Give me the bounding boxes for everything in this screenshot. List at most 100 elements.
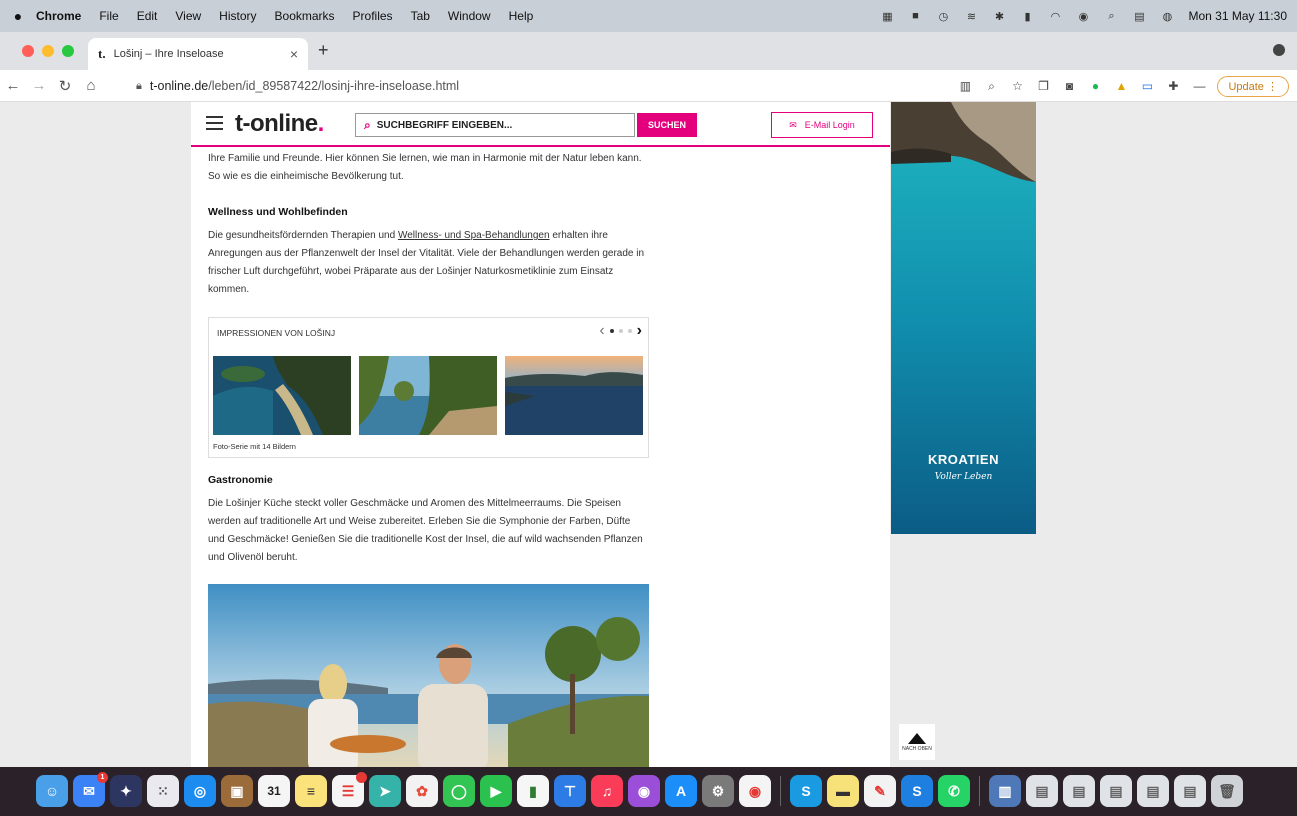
bookmark-star-icon[interactable]: ☆ [1009, 78, 1025, 94]
update-button[interactable]: Update ⋮ [1217, 75, 1289, 97]
siri-icon[interactable]: ◍ [1160, 9, 1174, 23]
spotlight-search-icon[interactable]: ⌕ [1104, 9, 1118, 23]
wifi-icon[interactable]: ◠ [1048, 9, 1062, 23]
calendar-icon[interactable]: 31 [258, 775, 290, 807]
hamburger-menu-icon[interactable] [206, 116, 223, 134]
zoom-window-button[interactable] [62, 45, 74, 57]
search-input[interactable]: ⌕ SUCHBEGRIFF EINGEBEN... [355, 113, 635, 137]
zoom-icon[interactable]: ⌕ [983, 78, 999, 94]
photos-icon[interactable]: ✿ [406, 775, 438, 807]
gallery-prev-icon[interactable]: ‹ [599, 322, 604, 340]
couple-dinner-photo[interactable] [208, 584, 649, 767]
home-icon[interactable]: ⌂ [78, 77, 104, 94]
notes-icon[interactable]: ≡ [295, 775, 327, 807]
launchpad-icon[interactable]: ✦ [110, 775, 142, 807]
search-button[interactable]: SUCHEN [637, 113, 697, 137]
menu-window[interactable]: Window [448, 9, 491, 23]
web-viewport[interactable]: t-online. ⌕ SUCHBEGRIFF EINGEBEN... SUCH… [0, 102, 1297, 767]
gallery-next-icon[interactable]: › [637, 322, 642, 340]
arrow-up-icon [908, 732, 926, 744]
document-thumbnail-icon[interactable]: ▤ [1063, 775, 1095, 807]
document-thumbnail-icon[interactable]: ▤ [1174, 775, 1206, 807]
wellness-paragraph: Die gesundheitsfördernden Therapien und … [208, 227, 648, 299]
minimize-window-button[interactable] [42, 45, 54, 57]
time-machine-icon[interactable]: ◷ [936, 9, 950, 23]
skype-icon[interactable]: S [790, 775, 822, 807]
menu-tab[interactable]: Tab [411, 9, 430, 23]
extension-copy-icon[interactable]: ❐ [1035, 78, 1051, 94]
user-icon[interactable]: ◉ [1076, 9, 1090, 23]
reload-icon[interactable]: ↻ [52, 77, 78, 95]
skype-business-icon[interactable]: S [901, 775, 933, 807]
menu-view[interactable]: View [175, 9, 201, 23]
new-tab-button[interactable]: + [318, 40, 329, 61]
forward-arrow-icon[interactable]: → [26, 77, 52, 94]
podcasts-icon[interactable]: ◉ [628, 775, 660, 807]
messages-icon[interactable]: ◯ [443, 775, 475, 807]
lock-icon[interactable]: 🔒︎ [136, 80, 142, 93]
contacts-icon[interactable]: ▣ [221, 775, 253, 807]
cast-icon[interactable]: ▭ [1139, 78, 1155, 94]
menu-bookmarks[interactable]: Bookmarks [275, 9, 335, 23]
facetime-icon[interactable]: ▶ [480, 775, 512, 807]
lock-extension-icon[interactable]: ▲ [1113, 78, 1129, 94]
script-editor-icon[interactable]: ✎ [864, 775, 896, 807]
menubar-clock[interactable]: Mon 31 May 11:30 [1188, 9, 1287, 23]
document-thumbnail-icon[interactable]: ▤ [1100, 775, 1132, 807]
close-window-button[interactable] [22, 45, 34, 57]
menu-file[interactable]: File [99, 9, 118, 23]
app-store-icon[interactable]: A [665, 775, 697, 807]
gallery-photo-sunset[interactable] [505, 356, 643, 435]
whatsapp-icon[interactable]: ✆ [938, 775, 970, 807]
camera-icon[interactable]: ◙ [1061, 78, 1077, 94]
maps-icon[interactable]: ➤ [369, 775, 401, 807]
status-extension-icon[interactable]: ▦ [880, 9, 894, 23]
system-preferences-icon[interactable]: ⚙ [702, 775, 734, 807]
active-tab[interactable]: t. Lošinj – Ihre Inseloase × [88, 38, 308, 70]
gallery-dot[interactable] [627, 329, 632, 333]
gallery-photo-path[interactable] [359, 356, 497, 435]
reminders-icon[interactable]: ☰ 1 [332, 772, 367, 807]
control-center-icon[interactable]: ▤ [1132, 9, 1146, 23]
extensions-puzzle-icon[interactable]: ✚ [1165, 78, 1181, 94]
gallery-dot-active[interactable] [609, 329, 614, 333]
back-arrow-icon[interactable]: ← [0, 77, 26, 94]
email-login-button[interactable]: ✉ E-Mail Login [771, 112, 873, 138]
finder-icon[interactable]: ☺ [36, 775, 68, 807]
document-thumbnail-icon[interactable]: ▤ [1137, 775, 1169, 807]
back-to-top-button[interactable]: NACH OBEN [899, 724, 935, 760]
ad-logo: KROATIEN Voller Leben [891, 452, 1036, 482]
menu-help[interactable]: Help [509, 9, 534, 23]
address-bar[interactable]: 🔒︎ t-online.de/leben/id_89587422/losinj-… [136, 74, 906, 98]
folder-icon[interactable]: ▥ [989, 775, 1021, 807]
apps-grid-icon[interactable]: ⁙ [147, 775, 179, 807]
tab-search-icon[interactable] [1273, 44, 1285, 56]
translate-icon[interactable]: ▥ [957, 78, 973, 94]
gallery-dot[interactable] [618, 329, 623, 333]
stickies-icon[interactable]: ▬ [827, 775, 859, 807]
safari-icon[interactable]: ◎ [184, 775, 216, 807]
chrome-icon[interactable]: ◉ [739, 775, 771, 807]
gallery-caption: Foto-Serie mit 14 Bildern [213, 442, 296, 451]
menu-profiles[interactable]: Profiles [353, 9, 393, 23]
trash-icon[interactable]: 🗑︎ [1211, 775, 1243, 807]
keynote-icon[interactable]: ⊤ [554, 775, 586, 807]
apple-icon[interactable]: ● [0, 8, 36, 24]
gallery-photo-bay[interactable] [213, 356, 351, 435]
menu-edit[interactable]: Edit [137, 9, 158, 23]
dnd-icon[interactable]: ≋ [964, 9, 978, 23]
tab-close-icon[interactable]: × [290, 46, 298, 62]
document-thumbnail-icon[interactable]: ▤ [1026, 775, 1058, 807]
site-logo[interactable]: t-online. [235, 110, 324, 138]
site-header: t-online. ⌕ SUCHBEGRIFF EINGEBEN... SUCH… [191, 102, 890, 147]
music-icon[interactable]: ♫ [591, 775, 623, 807]
status-app-icon[interactable]: ■ [908, 9, 922, 23]
numbers-icon[interactable]: ▮ [517, 775, 549, 807]
bluetooth-icon[interactable]: ✱ [992, 9, 1006, 23]
menu-chrome[interactable]: Chrome [36, 9, 81, 23]
mail-icon[interactable]: ✉ 1 [73, 772, 108, 807]
battery-icon[interactable]: ▮ [1020, 9, 1034, 23]
menu-history[interactable]: History [219, 9, 256, 23]
green-extension-icon[interactable]: ● [1087, 78, 1103, 94]
wellness-spa-link[interactable]: Wellness- und Spa-Behandlungen [398, 230, 550, 241]
